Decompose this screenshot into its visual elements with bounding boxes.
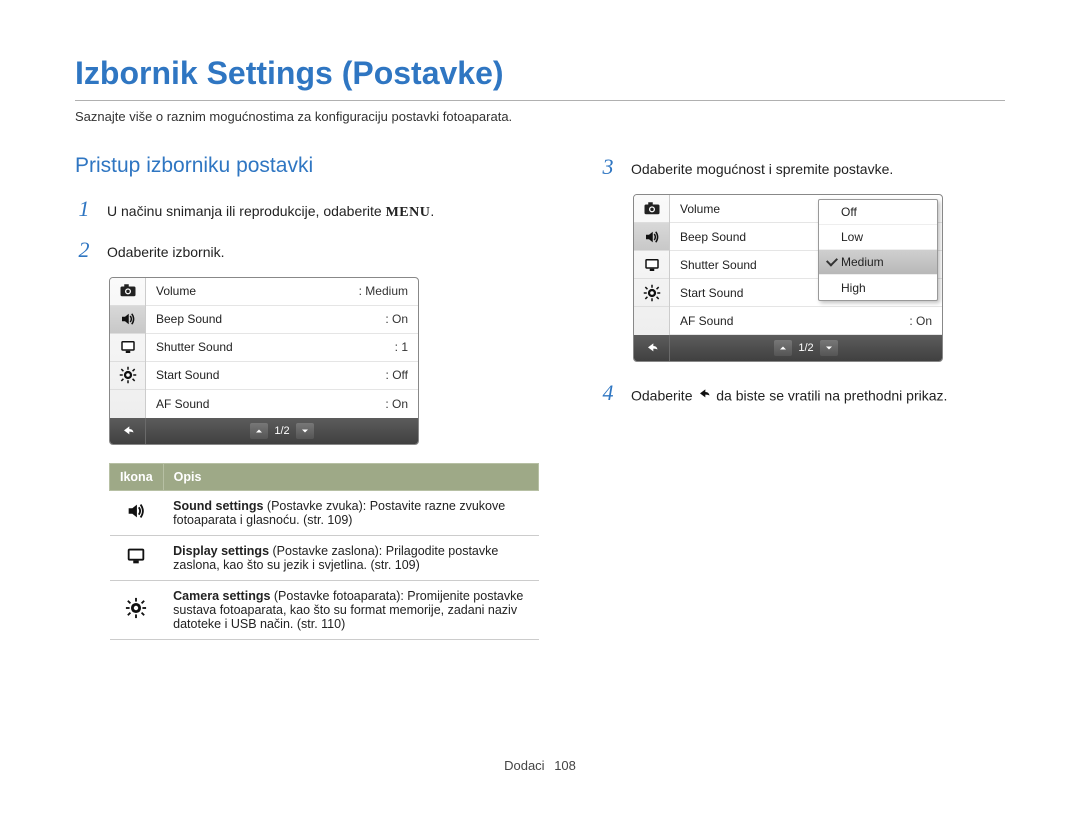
table-head-desc: Opis [163, 463, 538, 490]
lcd-row: AF Sound: On [146, 390, 418, 418]
row-icon [110, 580, 164, 639]
lcd-value: : Off [386, 368, 408, 382]
sidebar-display-icon [634, 251, 669, 279]
step-2: 2 Odaberite izbornik. [75, 237, 539, 263]
lcd-pager: 1/2 [670, 340, 942, 356]
sidebar-sound-icon [110, 306, 145, 334]
volume-dropdown: OffLowMediumHigh [818, 199, 938, 301]
step-text-b: da biste se vratili na prethodni prikaz. [712, 387, 947, 403]
footer-page: 108 [554, 758, 576, 773]
page-up-icon [774, 340, 792, 356]
lcd-preview-2: VolumeBeep SoundShutter SoundStart Sound… [633, 194, 943, 362]
lcd-sidebar [634, 195, 670, 335]
step-text: U načinu snimanja ili reprodukcije, odab… [107, 202, 434, 223]
step-1: 1 U načinu snimanja ili reprodukcije, od… [75, 196, 539, 223]
lcd-row: AF Sound: On [670, 307, 942, 335]
table-row: Camera settings (Postavke fotoaparata): … [110, 580, 539, 639]
back-icon [110, 418, 146, 444]
lcd-value: : On [385, 312, 408, 326]
page-down-icon [296, 423, 314, 439]
row-desc: Camera settings (Postavke fotoaparata): … [163, 580, 538, 639]
icon-description-table: Ikona Opis Sound settings (Postavke zvuk… [109, 463, 539, 640]
lcd-row: Volume: Medium [146, 278, 418, 306]
step-text: Odaberite da biste se vratili na prethod… [631, 386, 947, 408]
table-head-icon: Ikona [110, 463, 164, 490]
pager-text: 1/2 [274, 425, 289, 437]
lcd-pager: 1/2 [146, 423, 418, 439]
step-4: 4 Odaberite da biste se vratili na preth… [599, 380, 1005, 407]
footer-section: Dodaci [504, 758, 544, 773]
dropdown-option: High [819, 275, 937, 300]
sidebar-camera-icon [110, 278, 145, 306]
back-icon [696, 386, 712, 408]
lcd-value: : Medium [359, 284, 408, 298]
step-text-b: . [430, 203, 434, 219]
sidebar-gear-icon [634, 279, 669, 307]
lcd-row: Shutter Sound: 1 [146, 334, 418, 362]
lcd-footer: 1/2 [634, 335, 942, 361]
step-number: 1 [75, 196, 93, 222]
row-icon [110, 490, 164, 535]
step-number: 4 [599, 380, 617, 406]
step-number: 2 [75, 237, 93, 263]
step-3: 3 Odaberite mogućnost i spremite postavk… [599, 154, 1005, 180]
page-up-icon [250, 423, 268, 439]
lcd-value: : On [909, 314, 932, 328]
pager-text: 1/2 [798, 342, 813, 354]
step-text: Odaberite mogućnost i spremite postavke. [631, 160, 893, 180]
page-title: Izbornik Settings (Postavke) [75, 55, 1005, 101]
lcd-value: : On [385, 397, 408, 411]
row-icon [110, 535, 164, 580]
page-subtitle: Saznajte više o raznim mogućnostima za k… [75, 109, 1005, 124]
row-desc: Display settings (Postavke zaslona): Pri… [163, 535, 538, 580]
sidebar-display-icon [110, 334, 145, 362]
lcd-label: Start Sound [156, 368, 386, 382]
step-number: 3 [599, 154, 617, 180]
lcd-label: Beep Sound [156, 312, 385, 326]
row-desc: Sound settings (Postavke zvuka): Postavi… [163, 490, 538, 535]
dropdown-option: Low [819, 225, 937, 250]
section-heading: Pristup izborniku postavki [75, 154, 539, 178]
page-footer: Dodaci 108 [0, 758, 1080, 773]
sidebar-sound-icon [634, 223, 669, 251]
lcd-sidebar [110, 278, 146, 418]
lcd-row: Start Sound: Off [146, 362, 418, 390]
back-icon [634, 335, 670, 361]
lcd-list: Volume: MediumBeep Sound: OnShutter Soun… [146, 278, 418, 418]
lcd-row: Beep Sound: On [146, 306, 418, 334]
step-text: Odaberite izbornik. [107, 243, 225, 263]
table-row: Display settings (Postavke zaslona): Pri… [110, 535, 539, 580]
page-down-icon [820, 340, 838, 356]
lcd-list: VolumeBeep SoundShutter SoundStart Sound… [670, 195, 942, 335]
sidebar-gear-icon [110, 362, 145, 390]
lcd-label: AF Sound [156, 397, 385, 411]
lcd-footer: 1/2 [110, 418, 418, 444]
step-text-a: U načinu snimanja ili reprodukcije, odab… [107, 203, 386, 219]
sidebar-camera-icon [634, 195, 669, 223]
table-row: Sound settings (Postavke zvuka): Postavi… [110, 490, 539, 535]
step-text-a: Odaberite [631, 387, 696, 403]
lcd-preview-1: Volume: MediumBeep Sound: OnShutter Soun… [109, 277, 419, 445]
menu-glyph: MENU [386, 203, 431, 223]
dropdown-option: Medium [819, 250, 937, 275]
lcd-value: : 1 [395, 340, 408, 354]
lcd-label: AF Sound [680, 314, 909, 328]
lcd-label: Shutter Sound [156, 340, 395, 354]
lcd-label: Volume [156, 284, 359, 298]
dropdown-option: Off [819, 200, 937, 225]
